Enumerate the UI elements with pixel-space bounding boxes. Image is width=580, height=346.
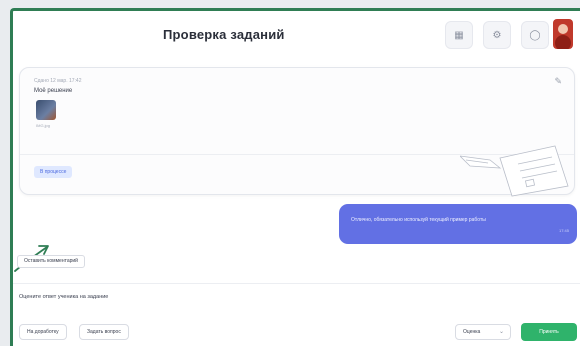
answer-text: Моё решение: [34, 88, 73, 94]
grade-select[interactable]: Оценка ⌄: [455, 324, 511, 340]
header-bar: Проверка заданий ▦ ⚙ ◯: [13, 11, 580, 63]
paper-illustration: [460, 145, 569, 197]
edit-icon[interactable]: ✎: [554, 76, 562, 87]
grade-select-value: Оценка: [463, 329, 481, 335]
student-answer-card: Сдано 12 мар. 17:42 Моё решение IMG.jpg …: [19, 67, 575, 197]
submission-date: Сдано 12 мар. 17:42: [34, 78, 82, 84]
bell-icon[interactable]: ◯: [521, 21, 549, 49]
grid-icon[interactable]: ▦: [445, 21, 473, 49]
chevron-down-icon: ⌄: [498, 329, 504, 335]
accept-button[interactable]: Принять: [521, 323, 577, 341]
avatar-face: [558, 24, 568, 34]
settings-icon[interactable]: ⚙: [483, 21, 511, 49]
avatar-body: [555, 35, 571, 49]
attachment-caption: IMG.jpg: [36, 123, 51, 128]
grading-prompt: Оцените ответ ученика на задание: [19, 294, 109, 300]
task-review-window: Проверка заданий ▦ ⚙ ◯ Сдано 12 мар. 17:…: [10, 8, 580, 346]
section-divider: [13, 283, 580, 284]
status-tag[interactable]: В процессе: [34, 166, 73, 178]
return-for-revision-button[interactable]: На доработку: [19, 324, 67, 340]
ask-question-button[interactable]: Задать вопрос: [79, 324, 129, 340]
chat-message-bubble: Отлично, обязательно используй текущий п…: [339, 204, 577, 244]
attachment-thumbnail[interactable]: [36, 100, 56, 120]
user-avatar[interactable]: [553, 19, 573, 49]
chat-message-text: Отлично, обязательно используй текущий п…: [351, 217, 486, 223]
leave-comment-button[interactable]: Оставить комментарий: [17, 255, 85, 268]
page-title: Проверка заданий: [163, 27, 285, 42]
chat-message-time: 17:45: [558, 228, 569, 233]
